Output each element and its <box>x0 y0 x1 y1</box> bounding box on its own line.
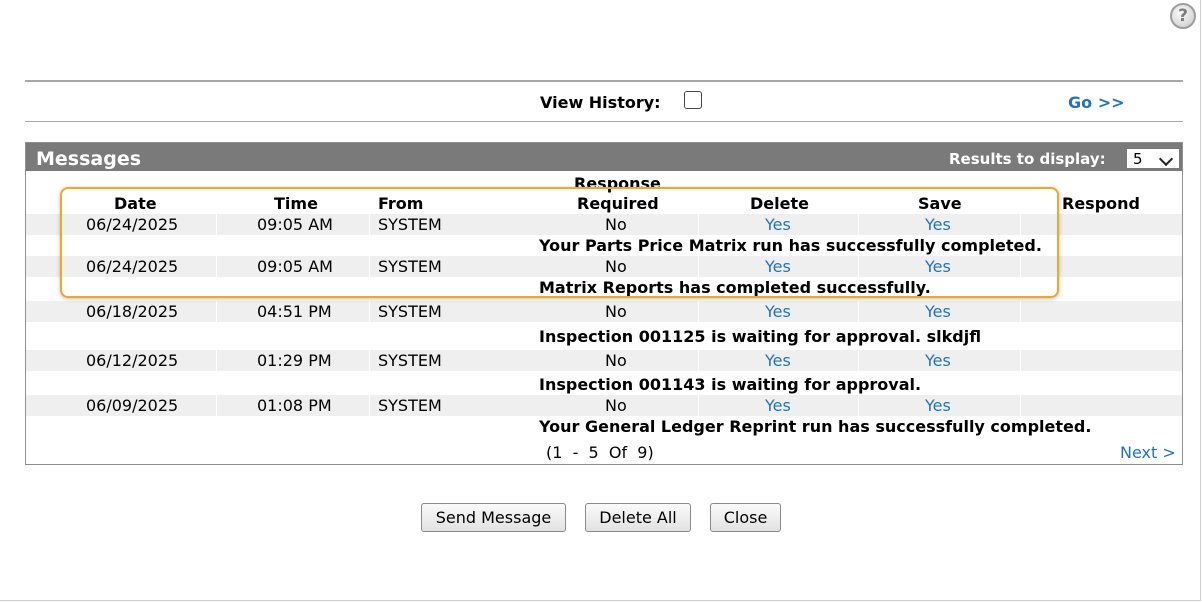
messages-title: Messages <box>36 148 142 170</box>
message-text: Inspection 001125 is waiting for approva… <box>539 327 982 346</box>
messages-header-bar: Messages Results to display: 5 <box>26 143 1182 171</box>
go-link[interactable]: Go >> <box>1068 93 1125 112</box>
view-history-label: View History: <box>540 93 661 112</box>
row-save-link[interactable]: Yes <box>925 396 951 415</box>
table-row: 06/09/2025 01:08 PM SYSTEM No Yes Yes <box>26 395 1182 416</box>
row-time: 01:08 PM <box>257 396 332 415</box>
pagination-status: (1 - 5 Of 9) <box>546 443 654 462</box>
row-response-required: No <box>605 396 627 415</box>
results-to-display-select[interactable]: 5 <box>1126 148 1180 169</box>
row-from: SYSTEM <box>378 396 442 415</box>
close-button[interactable]: Close <box>710 503 781 532</box>
results-value: 5 <box>1133 150 1143 168</box>
bottom-divider <box>25 121 1183 122</box>
next-page-link[interactable]: Next > <box>1120 443 1176 462</box>
row-date: 06/12/2025 <box>86 351 179 370</box>
message-text: Your General Ledger Reprint run has succ… <box>539 417 1092 436</box>
row-from: SYSTEM <box>378 351 442 370</box>
row-response-required: No <box>605 351 627 370</box>
top-divider <box>25 80 1183 82</box>
table-row: 06/12/2025 01:29 PM SYSTEM No Yes Yes <box>26 350 1182 371</box>
row-delete-link[interactable]: Yes <box>765 396 791 415</box>
row-response-required: No <box>605 302 627 321</box>
chevron-down-icon <box>1158 151 1174 167</box>
row-time: 04:51 PM <box>257 302 332 321</box>
message-text: Inspection 001143 is waiting for approva… <box>539 375 922 394</box>
row-date: 06/18/2025 <box>86 302 179 321</box>
send-message-button[interactable]: Send Message <box>421 503 566 532</box>
row-delete-link[interactable]: Yes <box>765 351 791 370</box>
row-date: 06/09/2025 <box>86 396 179 415</box>
delete-all-button[interactable]: Delete All <box>585 503 691 532</box>
help-icon[interactable]: ? <box>1170 3 1196 29</box>
row-save-link[interactable]: Yes <box>925 302 951 321</box>
row-time: 01:29 PM <box>257 351 332 370</box>
view-history-checkbox[interactable] <box>684 91 702 109</box>
help-glyph: ? <box>1178 5 1188 26</box>
row-save-link[interactable]: Yes <box>925 351 951 370</box>
col-respond: Respond <box>1062 194 1140 213</box>
results-to-display-label: Results to display: <box>949 150 1106 168</box>
row-delete-link[interactable]: Yes <box>765 302 791 321</box>
selection-highlight <box>60 187 1059 298</box>
table-row: 06/18/2025 04:51 PM SYSTEM No Yes Yes <box>26 301 1182 322</box>
row-from: SYSTEM <box>378 302 442 321</box>
